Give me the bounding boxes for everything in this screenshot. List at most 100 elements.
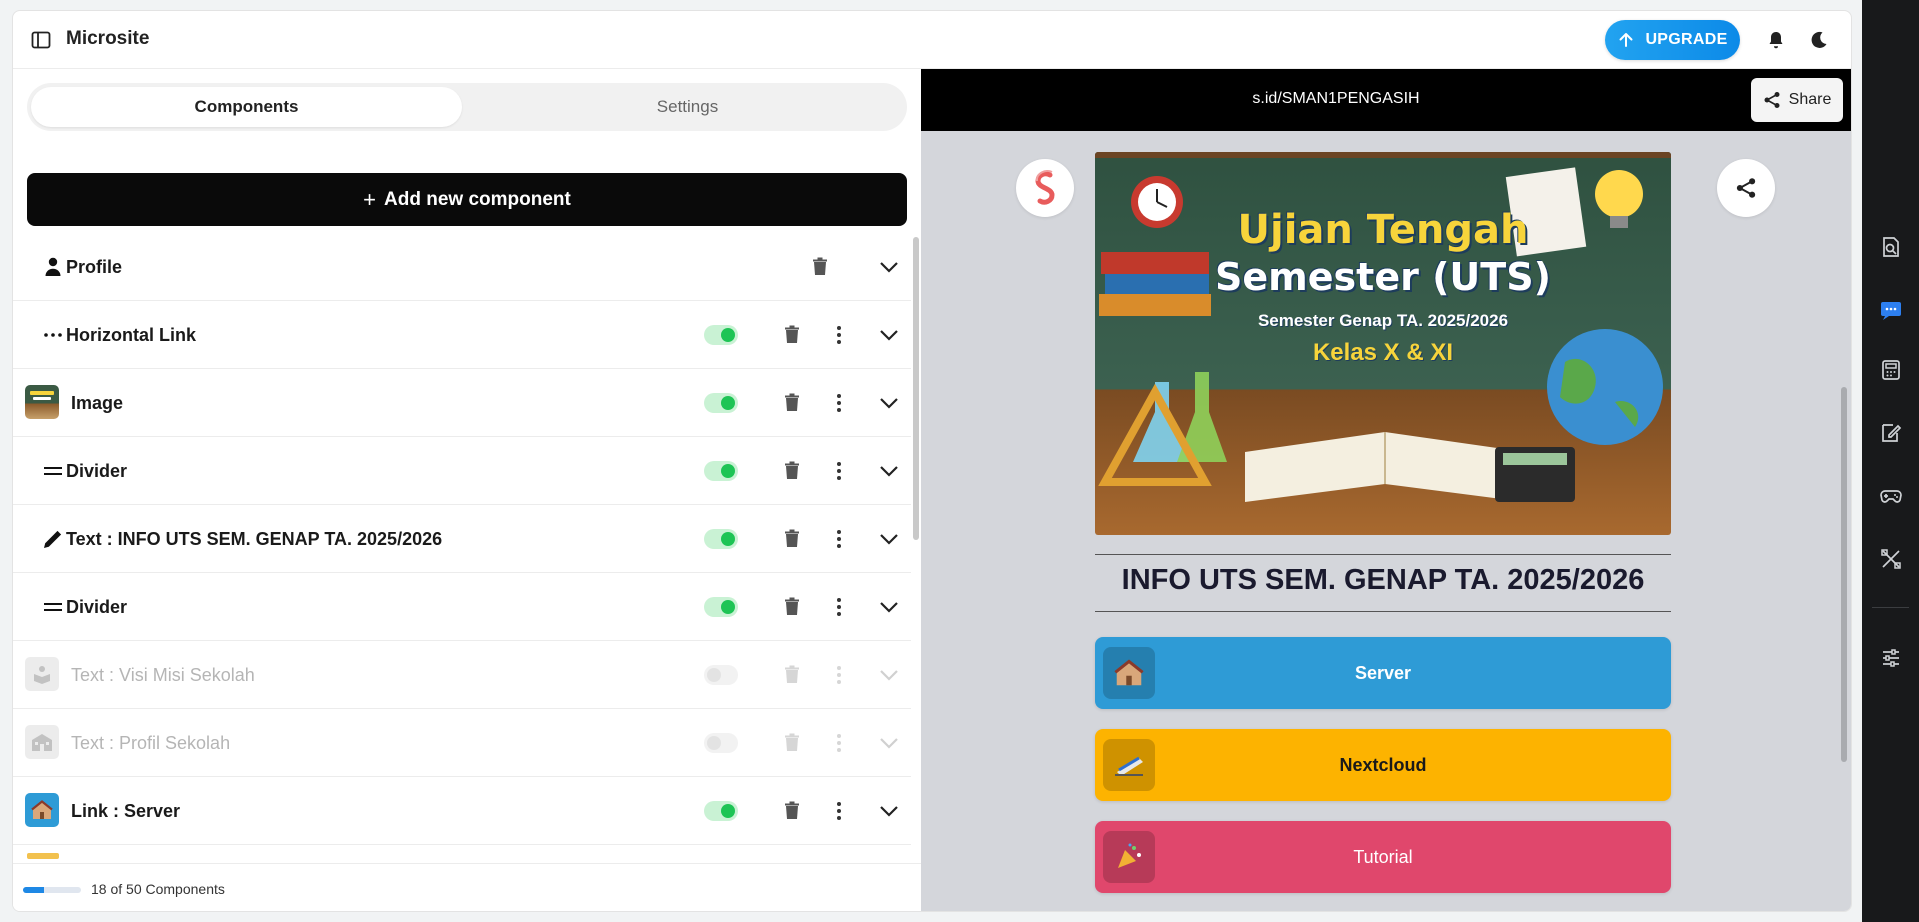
moon-icon[interactable] <box>1808 29 1830 51</box>
app-window: Microsite UPGRADE Components Settings + … <box>12 10 1852 912</box>
component-list: Profile Horizontal Link Image Divider Te… <box>13 233 911 863</box>
banner-line-1: Ujian Tengah <box>1237 207 1529 253</box>
s-id-logo-icon <box>1035 170 1055 205</box>
component-label: Link : Server <box>71 801 181 821</box>
house-icon <box>1103 647 1155 699</box>
share-icon <box>1764 92 1780 108</box>
more-vertical-icon[interactable] <box>829 323 849 347</box>
bell-icon[interactable] <box>1765 29 1787 51</box>
preview-link-server[interactable]: Server <box>1095 637 1671 709</box>
component-label: Text : Visi Misi Sekolah <box>71 665 255 685</box>
add-component-button[interactable]: + Add new component <box>27 173 907 226</box>
preview-scrollbar[interactable] <box>1841 387 1847 762</box>
components-panel: Components Settings + Add new component … <box>13 69 921 911</box>
preview-link-nextcloud[interactable]: Nextcloud <box>1095 729 1671 801</box>
pencil-icon <box>44 530 62 548</box>
share-button[interactable]: Share <box>1751 78 1843 122</box>
microsite-url[interactable]: s.id/SMAN1PENGASIH <box>921 90 1751 108</box>
banner-line-3: Semester Genap TA. 2025/2026 <box>1257 311 1509 330</box>
more-vertical-icon[interactable] <box>829 391 849 415</box>
upgrade-label: UPGRADE <box>1645 31 1728 48</box>
more-vertical-icon[interactable] <box>829 731 849 755</box>
preview-info-title: INFO UTS SEM. GENAP TA. 2025/2026 <box>1121 564 1645 596</box>
visibility-toggle[interactable] <box>704 733 738 753</box>
component-row-image[interactable]: Image <box>13 369 911 437</box>
chevron-down-icon[interactable] <box>877 595 901 619</box>
link-label: Tutorial <box>1353 846 1413 867</box>
component-row-horizontal-link[interactable]: Horizontal Link <box>13 301 911 369</box>
chevron-down-icon[interactable] <box>877 663 901 687</box>
component-row-profil-sekolah[interactable]: Text : Profil Sekolah <box>13 709 911 777</box>
plus-icon: + <box>363 186 377 212</box>
more-vertical-icon[interactable] <box>829 459 849 483</box>
chevron-down-icon[interactable] <box>877 391 901 415</box>
design-tools-icon[interactable] <box>1879 547 1903 571</box>
component-row-divider[interactable]: Divider <box>13 437 911 505</box>
sliders-icon[interactable] <box>1879 646 1903 670</box>
component-label: Divider <box>66 461 128 481</box>
trash-icon[interactable] <box>782 732 802 754</box>
component-count: 18 of 50 Components <box>91 881 225 897</box>
more-vertical-icon[interactable] <box>829 527 849 551</box>
visibility-toggle[interactable] <box>704 461 738 481</box>
trash-icon[interactable] <box>782 460 802 482</box>
gamepad-icon[interactable] <box>1879 484 1903 508</box>
book-reader-icon <box>25 657 59 691</box>
chevron-down-icon[interactable] <box>877 459 901 483</box>
visibility-toggle[interactable] <box>704 597 738 617</box>
trash-icon[interactable] <box>782 324 802 346</box>
uts-banner-image: Ujian Tengah Semester (UTS) Semester Gen… <box>1095 152 1671 535</box>
visibility-toggle[interactable] <box>704 529 738 549</box>
chevron-down-icon[interactable] <box>877 731 901 755</box>
calculator-icon[interactable] <box>1879 358 1903 382</box>
dots-horizontal-icon <box>44 333 62 337</box>
preview-share-button[interactable] <box>1717 159 1775 217</box>
preview-topbar: s.id/SMAN1PENGASIH Share <box>921 69 1851 131</box>
component-row-visi-misi[interactable]: Text : Visi Misi Sekolah <box>13 641 911 709</box>
upgrade-button[interactable]: UPGRADE <box>1605 20 1740 60</box>
tab-components[interactable]: Components <box>31 87 462 127</box>
component-label: Divider <box>66 597 128 617</box>
chat-ai-icon[interactable] <box>1879 298 1903 322</box>
trash-icon[interactable] <box>782 392 802 414</box>
visibility-toggle[interactable] <box>704 665 738 685</box>
list-scrollbar[interactable] <box>913 237 919 540</box>
trash-icon[interactable] <box>810 256 830 278</box>
component-row-link-server[interactable]: Link : Server <box>13 777 911 845</box>
partial-thumbnail <box>27 853 59 859</box>
search-page-icon[interactable] <box>1879 235 1903 259</box>
link-label: Nextcloud <box>1339 754 1427 775</box>
trash-icon[interactable] <box>782 800 802 822</box>
chevron-down-icon[interactable] <box>877 799 901 823</box>
visibility-toggle[interactable] <box>704 801 738 821</box>
trash-icon[interactable] <box>782 596 802 618</box>
party-icon <box>1103 831 1155 883</box>
more-vertical-icon[interactable] <box>829 595 849 619</box>
sidebar-toggle-icon[interactable] <box>31 30 51 50</box>
chevron-down-icon[interactable] <box>877 255 901 279</box>
share-icon <box>1736 178 1756 198</box>
component-row-partial[interactable] <box>13 845 911 863</box>
edit-note-icon[interactable] <box>1879 421 1903 445</box>
component-row-divider-2[interactable]: Divider <box>13 573 911 641</box>
trash-icon[interactable] <box>782 664 802 686</box>
preview-link-tutorial[interactable]: Tutorial <box>1095 821 1671 893</box>
site-logo[interactable] <box>1016 159 1074 217</box>
banner-line-4: Kelas X & XI <box>1312 339 1454 366</box>
trash-icon[interactable] <box>782 528 802 550</box>
component-row-text-info[interactable]: Text : INFO UTS SEM. GENAP TA. 2025/2026 <box>13 505 911 573</box>
visibility-toggle[interactable] <box>704 325 738 345</box>
component-label: Text : INFO UTS SEM. GENAP TA. 2025/2026 <box>66 529 443 549</box>
component-row-profile[interactable]: Profile <box>13 233 911 301</box>
share-label: Share <box>1788 91 1832 108</box>
person-icon <box>45 257 61 276</box>
chevron-down-icon[interactable] <box>877 323 901 347</box>
banner-line-2: Semester (UTS) <box>1215 255 1551 299</box>
tab-settings[interactable]: Settings <box>472 87 903 127</box>
rail-separator <box>1872 607 1909 608</box>
right-tool-rail <box>1862 0 1919 922</box>
visibility-toggle[interactable] <box>704 393 738 413</box>
chevron-down-icon[interactable] <box>877 527 901 551</box>
more-vertical-icon[interactable] <box>829 799 849 823</box>
more-vertical-icon[interactable] <box>829 663 849 687</box>
